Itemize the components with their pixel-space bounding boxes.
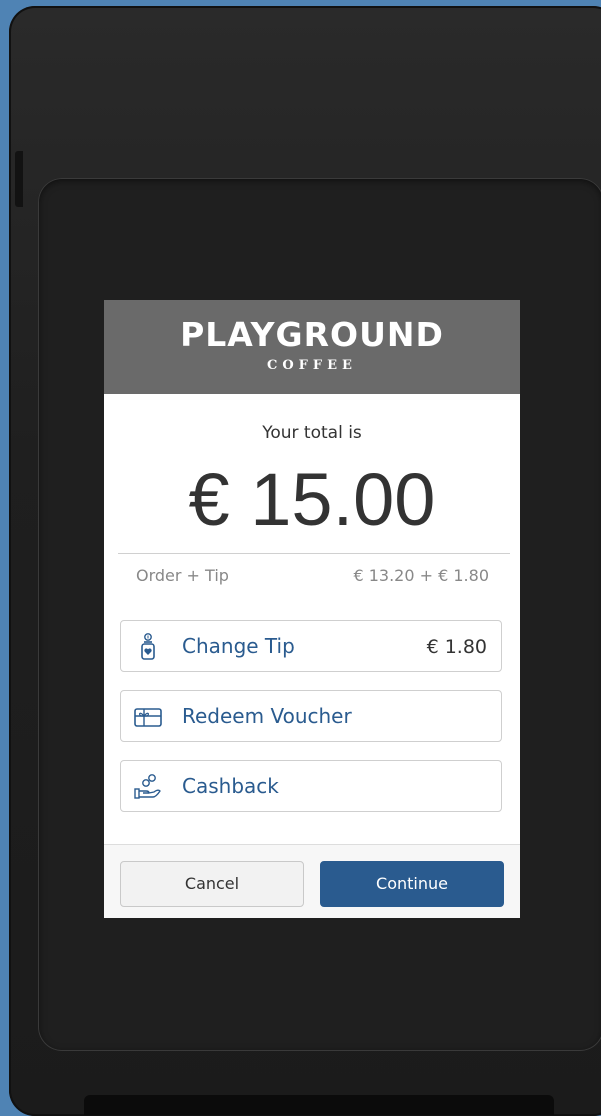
side-button[interactable] <box>15 151 23 207</box>
tip-jar-icon <box>141 633 155 660</box>
cashback-button[interactable]: Cashback <box>120 760 502 812</box>
redeem-voucher-label: Redeem Voucher <box>182 704 352 728</box>
brand-header: PLAYGROUND COFFEE <box>104 300 520 394</box>
card-slot <box>84 1095 554 1115</box>
breakdown-label: Order + Tip <box>136 566 229 585</box>
brand-subtitle: COFFEE <box>267 358 357 373</box>
terminal-screen: PLAYGROUND COFFEE Your total is € 15.00 … <box>104 300 520 918</box>
change-tip-label: Change Tip <box>182 634 295 658</box>
redeem-voucher-button[interactable]: Redeem Voucher <box>120 690 502 742</box>
breakdown-value: € 13.20 + € 1.80 <box>353 566 489 585</box>
total-label: Your total is <box>262 423 362 443</box>
hand-coins-icon <box>134 774 161 799</box>
cancel-button[interactable]: Cancel <box>120 861 304 907</box>
divider <box>118 553 510 554</box>
continue-button[interactable]: Continue <box>320 861 504 907</box>
cashback-label: Cashback <box>182 774 279 798</box>
tip-amount: € 1.80 <box>426 636 487 658</box>
gift-card-icon <box>134 708 162 727</box>
brand-name: PLAYGROUND <box>180 315 444 354</box>
change-tip-button[interactable]: Change Tip € 1.80 <box>120 620 502 672</box>
total-amount: € 15.00 <box>188 458 436 541</box>
action-footer: Cancel Continue <box>104 844 520 918</box>
